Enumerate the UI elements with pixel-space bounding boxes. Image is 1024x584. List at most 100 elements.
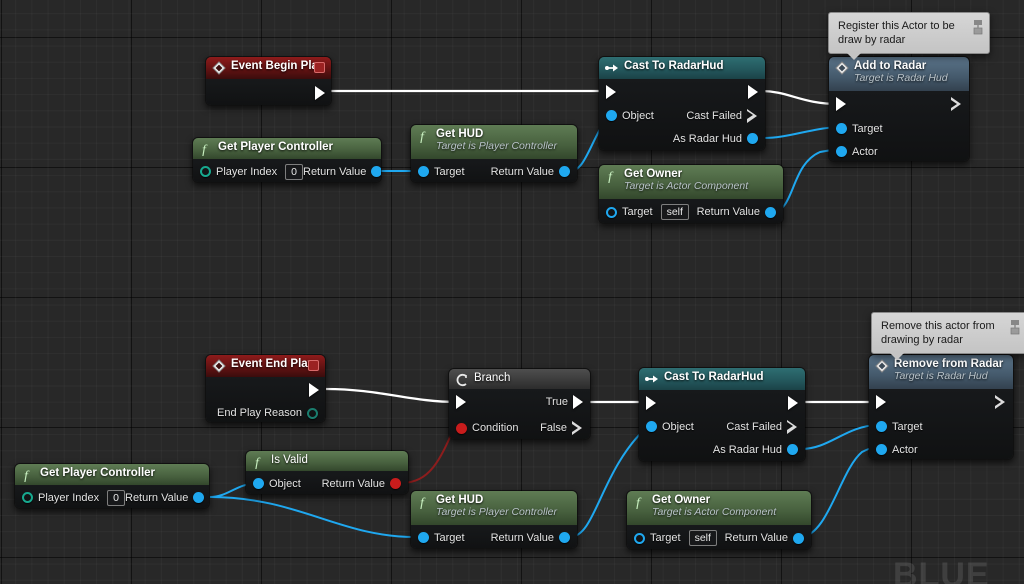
node-title: Get Owner — [652, 494, 711, 506]
cast-failed-exec-pin[interactable] — [747, 108, 758, 123]
pin-label-actor: Actor — [852, 145, 878, 158]
false-exec-out-pin[interactable] — [572, 421, 583, 435]
tooltip-text: Remove this actor from drawing by radar — [881, 320, 995, 346]
exec-out-pin[interactable] — [748, 84, 758, 99]
node-get-hud-top[interactable]: f Get HUD Target is Player Controller Ta… — [410, 124, 578, 183]
node-header: Event Begin Play — [206, 57, 331, 79]
pin-label-condition: Condition — [472, 422, 519, 434]
target-in-pin[interactable] — [418, 532, 429, 543]
target-in-pin[interactable] — [836, 123, 847, 134]
cast-arrow-icon — [605, 64, 618, 72]
target-in-pin[interactable] — [634, 532, 645, 544]
node-get-owner-bottom[interactable]: f Get Owner Target is Actor Component Ta… — [626, 490, 812, 550]
node-subtitle: Target is Player Controller — [436, 140, 557, 153]
node-get-player-controller-bottom[interactable]: f Get Player Controller Player Index 0 R… — [14, 463, 210, 509]
pin-label-object: Object — [622, 109, 654, 122]
object-in-pin[interactable] — [253, 478, 264, 489]
target-value[interactable]: self — [660, 204, 689, 220]
cast-arrow-icon — [645, 375, 658, 383]
node-event-end-play[interactable]: Event End Play End Play Reason — [205, 354, 326, 423]
node-get-player-controller-top[interactable]: f Get Player Controller Player Index 0 R… — [192, 137, 382, 183]
condition-in-pin[interactable] — [456, 422, 467, 434]
node-branch[interactable]: Branch True Condition False — [448, 368, 591, 440]
node-cast-to-radarhud-bottom[interactable]: Cast To RadarHud Object Cast Failed As R… — [638, 367, 806, 462]
node-body: Target Return Value — [411, 159, 577, 182]
pin-label-as-radar-hud: As Radar Hud — [672, 132, 742, 145]
svg-text:f: f — [420, 130, 426, 143]
exec-out-pin[interactable] — [309, 382, 319, 397]
node-header: f Get HUD Target is Player Controller — [411, 491, 577, 525]
exec-in-pin[interactable] — [646, 395, 656, 410]
end-play-reason-out-pin[interactable] — [307, 407, 318, 419]
return-value-out-pin[interactable] — [559, 166, 570, 177]
node-get-hud-bottom[interactable]: f Get HUD Target is Player Controller Ta… — [410, 490, 578, 549]
exec-in-pin[interactable] — [456, 395, 466, 409]
exec-out-pin[interactable] — [315, 86, 325, 100]
as-radar-hud-out-pin[interactable] — [787, 444, 798, 455]
pin-label-return-value: Return Value — [321, 477, 385, 490]
actor-in-pin[interactable] — [836, 146, 847, 157]
exec-out-pin[interactable] — [951, 97, 962, 111]
function-f-icon: f — [608, 170, 614, 183]
return-value-out-pin[interactable] — [193, 492, 205, 503]
node-add-to-radar[interactable]: Add to Radar Target is Radar Hud Target … — [828, 56, 970, 162]
return-value-out-pin[interactable] — [390, 478, 401, 489]
pin-label-return-value: Return Value — [125, 491, 189, 504]
node-header: f Get Owner Target is Actor Component — [599, 165, 783, 199]
red-square-icon[interactable] — [308, 360, 319, 371]
tooltip-text: Register this Actor to be draw by radar — [838, 20, 955, 46]
node-is-valid[interactable]: f Is Valid Object Return Value — [245, 450, 409, 495]
cast-failed-exec-pin[interactable] — [787, 419, 798, 434]
target-in-pin[interactable] — [876, 421, 887, 432]
node-cast-to-radarhud-top[interactable]: Cast To RadarHud Object Cast Failed As R… — [598, 56, 766, 151]
pin-label-return-value: Return Value — [696, 206, 760, 218]
node-remove-from-radar[interactable]: Remove from Radar Target is Radar Hud Ta… — [868, 354, 1014, 460]
svg-text:f: f — [420, 496, 426, 509]
object-in-pin[interactable] — [646, 421, 657, 432]
exec-out-pin[interactable] — [995, 395, 1006, 409]
actor-in-pin[interactable] — [876, 444, 887, 455]
target-value[interactable]: self — [688, 530, 717, 546]
node-header: f Is Valid — [246, 451, 408, 471]
as-radar-hud-out-pin[interactable] — [747, 133, 758, 144]
node-subtitle: Target is Player Controller — [436, 506, 557, 519]
exec-in-pin[interactable] — [876, 395, 886, 409]
node-title: Get HUD — [436, 494, 484, 506]
node-get-owner-top[interactable]: f Get Owner Target is Actor Component Ta… — [598, 164, 784, 224]
player-index-value[interactable]: 0 — [107, 489, 125, 506]
player-index-value[interactable]: 0 — [285, 163, 303, 180]
return-value-out-pin[interactable] — [765, 206, 776, 218]
pin-label-return-value: Return Value — [303, 165, 367, 178]
return-value-out-pin[interactable] — [559, 532, 570, 543]
pin-label-target: Target — [434, 531, 465, 544]
node-body: Object Cast Failed As Radar Hud — [599, 79, 765, 150]
blueprint-graph-canvas[interactable]: Register this Actor to be draw by radar … — [0, 0, 1024, 584]
pin-label-return-value: Return Value — [490, 531, 554, 544]
red-square-icon[interactable] — [314, 62, 325, 73]
node-body: Target Return Value — [411, 525, 577, 548]
pin-label-cast-failed: Cast Failed — [726, 420, 782, 433]
node-body: Object Cast Failed As Radar Hud — [639, 390, 805, 461]
exec-out-pin[interactable] — [788, 395, 798, 410]
node-body: True Condition False — [449, 389, 590, 439]
player-index-in-pin[interactable] — [22, 492, 33, 503]
player-index-in-pin[interactable] — [200, 166, 211, 177]
node-event-begin-play[interactable]: Event Begin Play — [205, 56, 332, 106]
return-value-out-pin[interactable] — [793, 532, 804, 544]
return-value-out-pin[interactable] — [371, 166, 381, 177]
node-header: Cast To RadarHud — [639, 368, 805, 390]
exec-in-pin[interactable] — [836, 97, 846, 111]
pin-label-return-value: Return Value — [724, 532, 788, 544]
target-in-pin[interactable] — [418, 166, 429, 177]
event-diamond-icon — [875, 359, 889, 373]
node-body: Player Index 0 Return Value — [15, 485, 209, 508]
node-header: f Get Owner Target is Actor Component — [627, 491, 811, 525]
exec-in-pin[interactable] — [606, 84, 616, 99]
target-in-pin[interactable] — [606, 206, 617, 218]
function-f-icon: f — [202, 143, 208, 156]
branch-icon — [456, 373, 467, 387]
pin-label-target: Target — [622, 206, 653, 218]
object-in-pin[interactable] — [606, 110, 617, 121]
node-title: Cast To RadarHud — [664, 371, 764, 383]
true-exec-out-pin[interactable] — [573, 395, 583, 409]
